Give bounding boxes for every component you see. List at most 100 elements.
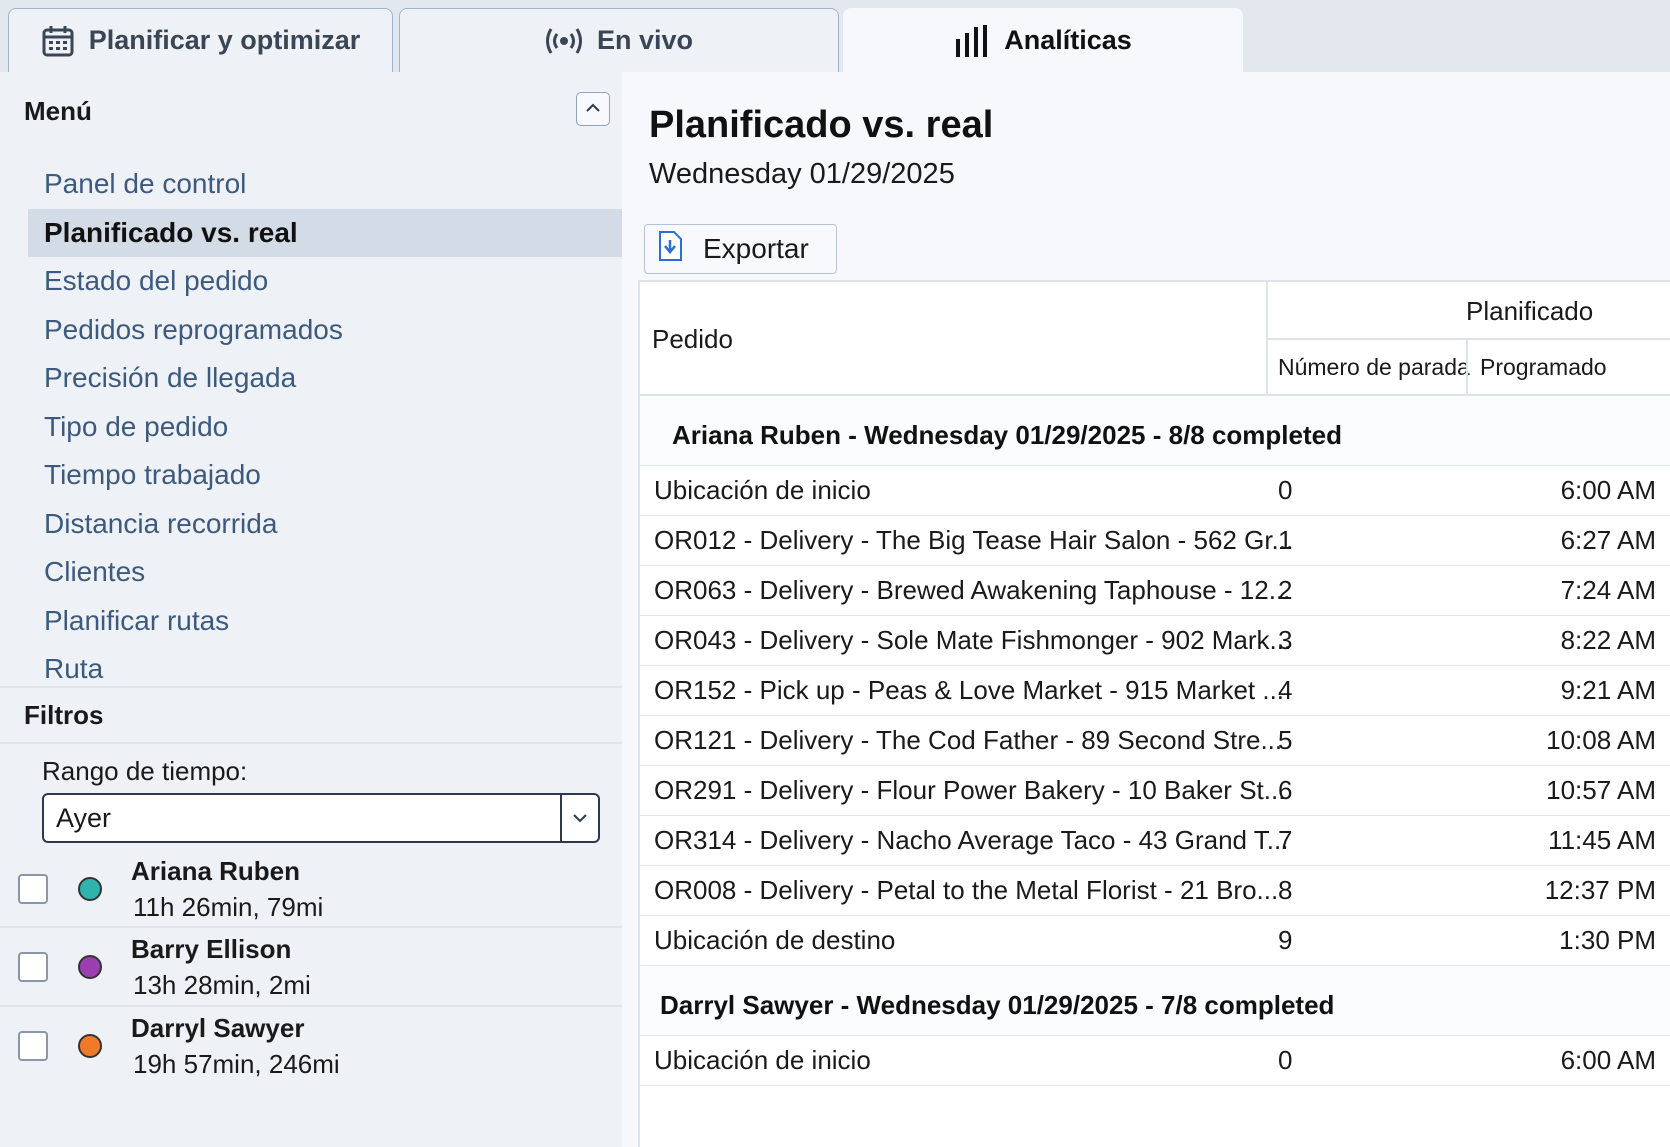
stop-cell: 8 [1278, 875, 1293, 905]
chevron-up-icon [585, 100, 601, 118]
driver-checkbox[interactable] [18, 1031, 48, 1061]
export-button[interactable]: Exportar [644, 224, 837, 274]
menu-title: Menú [24, 96, 92, 126]
order-cell: Ubicación de destino [654, 925, 896, 955]
driver-row[interactable]: Barry Ellison 13h 28min, 2mi [0, 926, 622, 1008]
driver-checkbox[interactable] [18, 874, 48, 904]
menu-item-clientes[interactable]: Clientes [28, 548, 622, 597]
calendar-icon [41, 24, 75, 58]
scheduled-cell: 6:00 AM [1560, 475, 1656, 505]
order-cell: OR291 - Delivery - Flour Power Bakery - … [654, 775, 1286, 805]
driver-color-dot [78, 955, 102, 979]
time-range-select[interactable]: Ayer [42, 793, 600, 843]
export-label: Exportar [703, 233, 809, 264]
order-cell: OR043 - Delivery - Sole Mate Fishmonger … [654, 625, 1292, 655]
filters-title: Filtros [24, 700, 104, 730]
divider [0, 686, 622, 688]
menu-item-panel-de-control[interactable]: Panel de control [28, 160, 622, 209]
driver-stats: 19h 57min, 246mi [133, 1049, 340, 1079]
divider [0, 742, 622, 744]
driver-stats: 11h 26min, 79mi [133, 892, 324, 922]
page-title: Planificado vs. real [649, 104, 994, 146]
order-cell: Ubicación de inicio [654, 475, 871, 505]
menu-item-planificar-rutas[interactable]: Planificar rutas [28, 597, 622, 646]
group-header-planned: Planificado [1466, 296, 1594, 326]
column-header-order: Pedido [652, 324, 733, 354]
driver-name: Darryl Sawyer [131, 1013, 305, 1043]
menu-item-label: Clientes [44, 556, 146, 588]
scheduled-cell: 1:30 PM [1559, 925, 1656, 955]
order-cell: OR314 - Delivery - Nacho Average Taco - … [654, 825, 1289, 855]
menu-item-label: Tipo de pedido [44, 410, 229, 442]
menu-item-tiempo-trabajado[interactable]: Tiempo trabajado [28, 451, 622, 500]
menu-item-estado-del-pedido[interactable]: Estado del pedido [28, 257, 622, 306]
stop-cell: 3 [1278, 625, 1293, 655]
broadcast-icon [545, 26, 583, 56]
stop-cell: 6 [1278, 775, 1293, 805]
table-row[interactable]: OR314 - Delivery - Nacho Average Taco - … [640, 816, 1670, 866]
order-cell: OR121 - Delivery - The Cod Father - 89 S… [654, 725, 1283, 755]
time-range-label: Rango de tiempo: [42, 756, 248, 786]
driver-row[interactable]: Darryl Sawyer 19h 57min, 246mi [0, 1005, 622, 1087]
sidebar: Menú Panel de control Planificado vs. re… [0, 72, 622, 1147]
table-row[interactable]: OR012 - Delivery - The Big Tease Hair Sa… [640, 516, 1670, 566]
menu-item-label: Estado del pedido [44, 265, 269, 297]
table-row[interactable]: OR291 - Delivery - Flour Power Bakery - … [640, 766, 1670, 816]
header-divider [1268, 338, 1670, 340]
stop-cell: 1 [1278, 525, 1293, 555]
tab-en-vivo[interactable]: En vivo [399, 8, 839, 72]
driver-color-dot [78, 877, 102, 901]
order-cell: OR008 - Delivery - Petal to the Metal Fl… [654, 875, 1279, 905]
menu-item-planificado-vs-real[interactable]: Planificado vs. real [28, 208, 622, 257]
menu-item-label: Panel de control [44, 168, 247, 200]
download-file-icon [657, 230, 683, 268]
tab-analiticas[interactable]: Analíticas [843, 8, 1243, 72]
group-header-row: Darryl Sawyer - Wednesday 01/29/2025 - 7… [640, 966, 1670, 1036]
menu-item-pedidos-reprogramados[interactable]: Pedidos reprogramados [28, 306, 622, 355]
menu-item-tipo-de-pedido[interactable]: Tipo de pedido [28, 403, 622, 452]
order-cell: OR063 - Delivery - Brewed Awakening Taph… [654, 575, 1291, 605]
tab-label: En vivo [596, 25, 694, 55]
menu-item-label: Planificar rutas [44, 604, 230, 636]
group-header-row: Ariana Ruben - Wednesday 01/29/2025 - 8/… [640, 396, 1670, 466]
scheduled-cell: 6:27 AM [1560, 525, 1656, 555]
driver-stats: 13h 28min, 2mi [133, 970, 311, 1000]
tab-planificar[interactable]: Planificar y optimizar [8, 8, 393, 72]
table-row[interactable]: Ubicación de destino 9 1:30 PM [640, 916, 1670, 966]
table-row[interactable]: OR043 - Delivery - Sole Mate Fishmonger … [640, 616, 1670, 666]
tab-label: Analíticas [1004, 25, 1132, 55]
table-row[interactable]: OR063 - Delivery - Brewed Awakening Taph… [640, 566, 1670, 616]
menu-list: Panel de control Planificado vs. real Es… [28, 168, 622, 694]
order-cell: Ubicación de inicio [654, 1045, 871, 1075]
main-content: Planificado vs. real Wednesday 01/29/202… [622, 72, 1670, 1147]
menu-item-precision-de-llegada[interactable]: Precisión de llegada [28, 354, 622, 403]
stop-cell: 2 [1278, 575, 1293, 605]
scheduled-cell: 12:37 PM [1544, 875, 1656, 905]
driver-color-dot [78, 1034, 102, 1058]
table-row[interactable]: Ubicación de inicio 0 6:00 AM [640, 1036, 1670, 1086]
column-header-scheduled: Programado [1480, 354, 1607, 380]
driver-checkbox[interactable] [18, 952, 48, 982]
stop-cell: 0 [1278, 1045, 1293, 1075]
menu-item-label: Tiempo trabajado [44, 459, 261, 491]
collapse-menu-button[interactable] [576, 92, 610, 126]
scheduled-cell: 6:00 AM [1560, 1045, 1656, 1075]
table-row[interactable]: OR152 - Pick up - Peas & Love Market - 9… [640, 666, 1670, 716]
scheduled-cell: 8:22 AM [1560, 625, 1656, 655]
table-row[interactable]: Ubicación de inicio 0 6:00 AM [640, 466, 1670, 516]
scheduled-cell: 11:45 AM [1548, 825, 1656, 855]
menu-item-distancia-recorrida[interactable]: Distancia recorrida [28, 500, 622, 549]
menu-item-label: Precisión de llegada [44, 362, 297, 394]
stop-cell: 7 [1278, 825, 1293, 855]
order-cell: OR152 - Pick up - Peas & Love Market - 9… [654, 675, 1285, 705]
tab-bar: Planificar y optimizar En vivo Analítica… [0, 0, 1670, 72]
driver-row[interactable]: Ariana Ruben 11h 26min, 79mi [0, 848, 622, 930]
bar-chart-icon [954, 24, 990, 57]
table-row[interactable]: OR008 - Delivery - Petal to the Metal Fl… [640, 866, 1670, 916]
chevron-down-icon[interactable] [560, 795, 598, 841]
table-row[interactable]: OR121 - Delivery - The Cod Father - 89 S… [640, 716, 1670, 766]
scheduled-cell: 10:57 AM [1546, 775, 1656, 805]
tab-label: Planificar y optimizar [88, 25, 361, 55]
menu-item-label: Planificado vs. real [44, 216, 298, 248]
group-header-text: Ariana Ruben - Wednesday 01/29/2025 - 8/… [672, 420, 1342, 450]
